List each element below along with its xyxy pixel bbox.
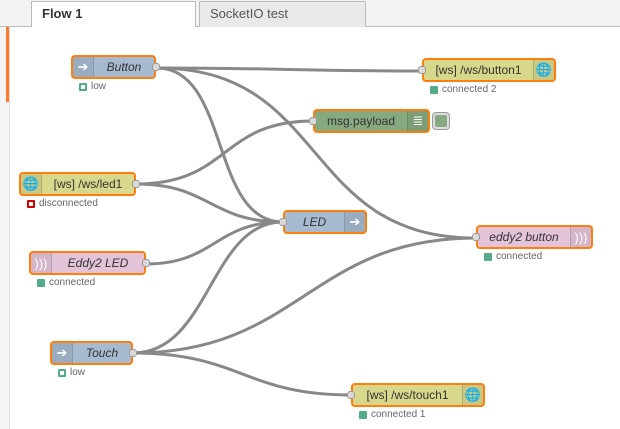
flow-workspace[interactable]: ➔ Button low 🌐 [ws] /ws/led1 disconnecte… bbox=[0, 27, 620, 429]
node-ws-led1-in[interactable]: 🌐 [ws] /ws/led1 bbox=[19, 172, 140, 196]
status-ring-icon bbox=[79, 82, 87, 91]
node-touch-output-port[interactable] bbox=[129, 349, 137, 357]
node-eddy2-button-status-text: connected bbox=[496, 251, 543, 262]
arrow-right-icon: ➔ bbox=[73, 57, 94, 77]
node-eddy2-button-status: connected bbox=[484, 251, 542, 262]
node-eddy2-led-label: Eddy2 LED bbox=[67, 256, 129, 270]
wire-touch-to-led[interactable] bbox=[132, 220, 284, 355]
tab-flow-1-label: Flow 1 bbox=[42, 6, 83, 21]
wire-touch-to-ws-touch1[interactable] bbox=[132, 351, 352, 397]
node-ws-button1-label: [ws] /ws/button1 bbox=[435, 63, 522, 77]
node-button-gpio-in[interactable]: ➔ Button bbox=[71, 55, 160, 79]
node-eddy2-button[interactable]: eddy2 button ))) bbox=[472, 225, 593, 249]
node-eddy2-led-status-text: connected bbox=[49, 277, 96, 288]
debug-toggle-button[interactable] bbox=[432, 112, 450, 130]
node-ws-touch1-out[interactable]: [ws] /ws/touch1 🌐 bbox=[347, 383, 485, 407]
tab-bar: Flow 1 SocketIO test bbox=[0, 0, 620, 28]
node-eddy2-led[interactable]: ))) Eddy2 LED bbox=[29, 251, 150, 275]
wire-eddy2-led-to-led[interactable] bbox=[145, 220, 284, 266]
wire-touch-to-eddy2-button[interactable] bbox=[132, 236, 477, 355]
node-ws-touch1-input-port[interactable] bbox=[347, 391, 355, 399]
node-ws-led1-output-port[interactable] bbox=[132, 180, 140, 188]
arrow-right-icon: ➔ bbox=[52, 343, 73, 363]
radio-waves-icon: ))) bbox=[31, 253, 52, 273]
node-ws-button1-input-port[interactable] bbox=[418, 66, 426, 74]
node-led-input-port[interactable] bbox=[279, 218, 287, 226]
node-button-status: low bbox=[79, 81, 106, 92]
debug-list-icon: ≣ bbox=[407, 111, 428, 131]
web-icon: 🌐 bbox=[21, 174, 42, 194]
radio-waves-icon: ))) bbox=[570, 227, 591, 247]
node-eddy2-led-status: connected bbox=[37, 277, 95, 288]
node-eddy2-button-label: eddy2 button bbox=[489, 230, 559, 244]
node-ws-led1-status: disconnected bbox=[27, 198, 98, 209]
node-ws-touch1-status-text: connected 1 bbox=[371, 409, 426, 420]
node-button-status-text: low bbox=[91, 81, 107, 92]
wire-ws-led1-to-msg-payload[interactable] bbox=[135, 119, 314, 186]
node-eddy2-button-input-port[interactable] bbox=[472, 233, 480, 241]
wire-button-to-led[interactable] bbox=[156, 66, 284, 224]
node-button-output-port[interactable] bbox=[152, 63, 160, 71]
node-touch-status: low bbox=[58, 367, 85, 378]
debug-toggle-indicator bbox=[435, 115, 447, 127]
status-ring-icon bbox=[58, 368, 66, 377]
node-led-gpio-out[interactable]: LED ➔ bbox=[279, 210, 367, 234]
node-debug-msg-payload[interactable]: msg.payload ≣ bbox=[309, 109, 430, 133]
node-touch-status-text: low bbox=[70, 367, 86, 378]
status-dot-icon bbox=[37, 278, 45, 287]
node-ws-button1-status: connected 2 bbox=[430, 84, 497, 95]
tab-socketio-test[interactable]: SocketIO test bbox=[199, 1, 366, 27]
node-touch-gpio-in[interactable]: ➔ Touch bbox=[50, 341, 137, 365]
status-dot-icon bbox=[430, 85, 438, 94]
web-icon: 🌐 bbox=[533, 60, 554, 80]
node-debug-label: msg.payload bbox=[326, 114, 396, 128]
node-ws-button1-out[interactable]: [ws] /ws/button1 🌐 bbox=[418, 58, 556, 82]
node-ws-led1-status-text: disconnected bbox=[39, 198, 98, 209]
status-dot-icon bbox=[359, 410, 367, 419]
status-dot-icon bbox=[484, 252, 492, 261]
arrow-right-icon: ➔ bbox=[344, 212, 365, 232]
node-ws-button1-status-text: connected 2 bbox=[442, 84, 497, 95]
node-ws-led1-label: [ws] /ws/led1 bbox=[53, 177, 123, 191]
tab-socketio-test-label: SocketIO test bbox=[210, 6, 289, 21]
node-ws-touch1-label: [ws] /ws/touch1 bbox=[366, 388, 449, 402]
node-button-label: Button bbox=[106, 60, 142, 74]
node-debug-input-port[interactable] bbox=[309, 117, 317, 125]
node-touch-label: Touch bbox=[85, 346, 119, 360]
node-eddy2-led-output-port[interactable] bbox=[142, 259, 150, 267]
tab-flow-1[interactable]: Flow 1 bbox=[31, 1, 196, 28]
status-ring-icon bbox=[27, 199, 35, 208]
node-ws-touch1-status: connected 1 bbox=[359, 409, 426, 420]
web-icon: 🌐 bbox=[462, 385, 483, 405]
node-led-label: LED bbox=[302, 215, 327, 229]
